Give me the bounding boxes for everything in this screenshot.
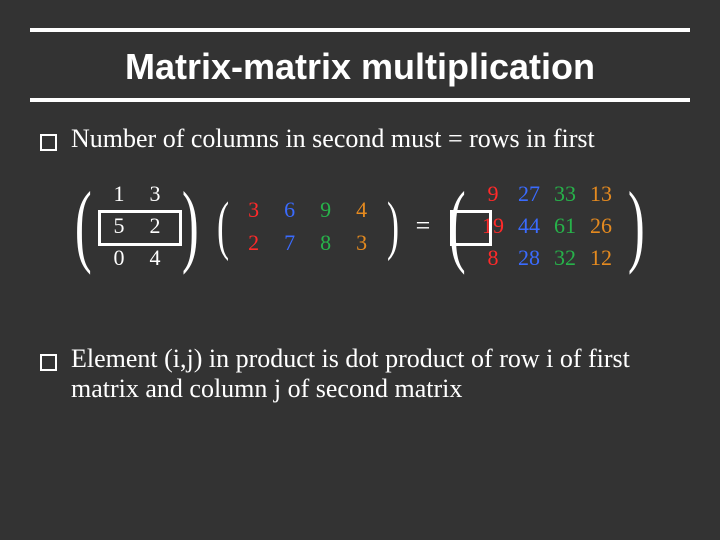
- cell: 28: [511, 242, 547, 274]
- cell: 9: [475, 178, 511, 210]
- cell: 5: [101, 210, 137, 242]
- cell: 9: [308, 193, 344, 226]
- cell: 19: [475, 210, 511, 242]
- cell: 3: [236, 193, 272, 226]
- paren-right-icon: ): [628, 178, 645, 274]
- matrix-a-cells: 13 52 04: [101, 178, 173, 274]
- bullet-1-text: Number of columns in second must = rows …: [71, 124, 595, 154]
- paren-left-icon: (: [449, 178, 466, 274]
- cell: 2: [236, 226, 272, 259]
- cell: 44: [511, 210, 547, 242]
- cell: 13: [583, 178, 619, 210]
- bullet-icon: [40, 354, 57, 371]
- matrix-b: ( 3 6 9 4 2 7 8 3 ): [212, 193, 404, 259]
- cell: 7: [272, 226, 308, 259]
- cell: 12: [583, 242, 619, 274]
- cell: 26: [583, 210, 619, 242]
- paren-left-icon: (: [217, 193, 229, 259]
- page-title: Matrix-matrix multiplication: [0, 32, 720, 98]
- cell: 3: [344, 226, 380, 259]
- cell: 6: [272, 193, 308, 226]
- cell: 4: [344, 193, 380, 226]
- paren-left-icon: (: [75, 178, 92, 274]
- cell: 8: [308, 226, 344, 259]
- bullet-2-text: Element (i,j) in product is dot product …: [71, 344, 660, 404]
- paren-right-icon: ): [387, 193, 399, 259]
- cell: 32: [547, 242, 583, 274]
- paren-right-icon: ): [182, 178, 199, 274]
- cell: 61: [547, 210, 583, 242]
- bullet-1: Number of columns in second must = rows …: [0, 124, 720, 154]
- matrix-c-cells: 9 27 33 13 19 44 61 26 8 28 32 12: [475, 178, 619, 274]
- cell: 33: [547, 178, 583, 210]
- cell: 0: [101, 242, 137, 274]
- equals-sign: =: [404, 211, 443, 241]
- matrix-c: ( 9 27 33 13 19 44 61 26 8 28 32 12 ): [442, 178, 651, 274]
- cell: 8: [475, 242, 511, 274]
- cell: 1: [101, 178, 137, 210]
- bullet-2: Element (i,j) in product is dot product …: [0, 344, 720, 404]
- cell: 27: [511, 178, 547, 210]
- equation: ( 13 52 04 ) ( 3 6 9 4 2 7 8 3 ) =: [50, 178, 670, 274]
- matrix-a: ( 13 52 04 ): [68, 178, 205, 274]
- cell: 3: [137, 178, 173, 210]
- bullet-icon: [40, 134, 57, 151]
- cell: 4: [137, 242, 173, 274]
- cell: 2: [137, 210, 173, 242]
- matrix-b-cells: 3 6 9 4 2 7 8 3: [236, 193, 380, 259]
